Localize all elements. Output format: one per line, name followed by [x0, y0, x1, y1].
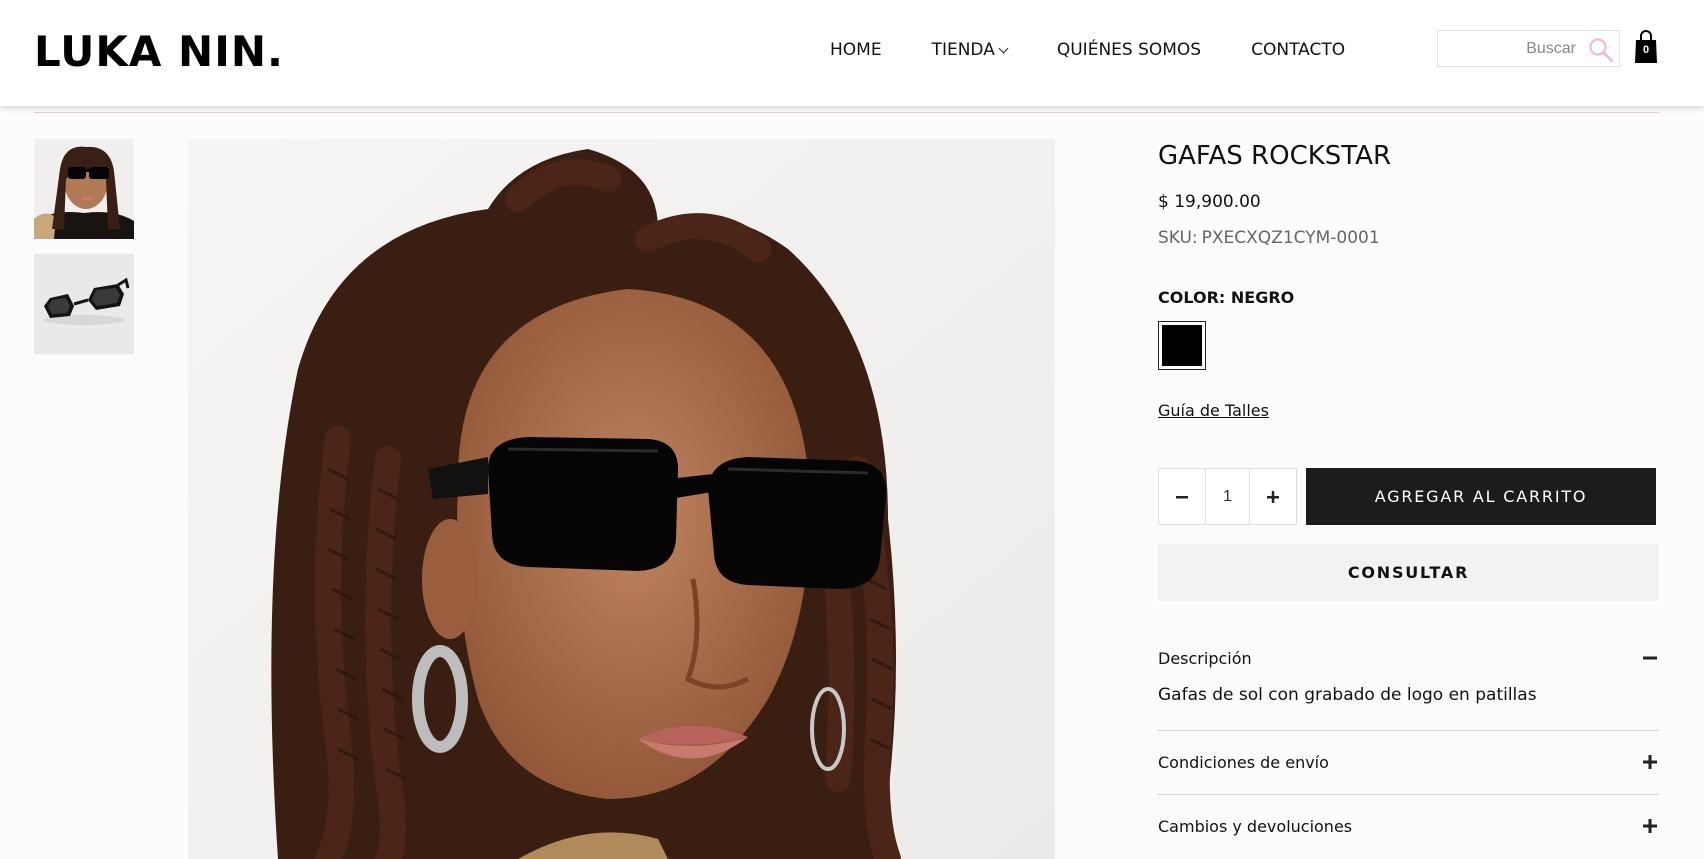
- logo[interactable]: LUKA NIN.: [34, 28, 284, 76]
- accordion-returns: Cambios y devoluciones: [1158, 815, 1659, 837]
- search-input[interactable]: [1444, 37, 1576, 61]
- color-label: COLOR: NEGRO: [1158, 288, 1659, 307]
- minus-icon: [1643, 656, 1657, 660]
- header-divider: [34, 112, 1659, 113]
- sunglasses-thumbnail-image: [34, 254, 134, 354]
- main-nav: HOME TIENDA QUIÉNES SOMOS CONTACTO: [830, 38, 1345, 62]
- product-sku: SKU: PXECXQZ1CYM-0001: [1158, 228, 1659, 248]
- plus-icon: [1267, 490, 1280, 503]
- search-icon[interactable]: [1588, 37, 1614, 63]
- nav-quienes-somos[interactable]: QUIÉNES SOMOS: [1057, 38, 1201, 62]
- add-to-cart-row: 1 AGREGAR AL CARRITO: [1158, 468, 1656, 525]
- accordion-shipping-title: Condiciones de envío: [1158, 752, 1329, 772]
- accordion-description: Descripción Gafas de sol con grabado de …: [1158, 647, 1659, 705]
- nav-tienda[interactable]: TIENDA: [931, 38, 1009, 62]
- accordion-description-title: Descripción: [1158, 648, 1252, 668]
- accordion-shipping: Condiciones de envío: [1158, 751, 1659, 773]
- nav-home[interactable]: HOME: [830, 38, 882, 62]
- cart-count: 0: [1642, 44, 1650, 56]
- color-swatch-negro[interactable]: [1158, 321, 1206, 370]
- consult-button[interactable]: CONSULTAR: [1158, 544, 1659, 601]
- add-to-cart-button[interactable]: AGREGAR AL CARRITO: [1306, 468, 1656, 525]
- swatch-fill: [1162, 325, 1202, 366]
- thumbnail-product[interactable]: [34, 254, 134, 354]
- color-label-text: COLOR:: [1158, 288, 1226, 307]
- nav-quienes-somos-label: QUIÉNES SOMOS: [1056, 40, 1202, 60]
- main-product-image[interactable]: [188, 139, 1055, 859]
- search-box: [1437, 30, 1620, 67]
- accordion-description-header[interactable]: Descripción: [1158, 647, 1659, 669]
- plus-icon: [1643, 755, 1657, 769]
- sku-label: SKU:: [1158, 228, 1198, 248]
- chevron-down-icon: [998, 43, 1009, 53]
- product-title: GAFAS ROCKSTAR: [1158, 141, 1392, 171]
- accordion-shipping-header[interactable]: Condiciones de envío: [1158, 751, 1659, 773]
- model-portrait-image: [188, 139, 1055, 859]
- cart-button[interactable]: 0: [1634, 28, 1658, 66]
- color-value: NEGRO: [1230, 288, 1295, 307]
- nav-home-label: HOME: [830, 40, 882, 60]
- accordion-divider: [1158, 794, 1659, 795]
- product-price: $ 19,900.00: [1158, 192, 1261, 212]
- decrease-quantity-button[interactable]: [1159, 469, 1205, 524]
- increase-quantity-button[interactable]: [1250, 469, 1296, 524]
- thumbnail-model[interactable]: [34, 139, 134, 239]
- accordion-returns-header[interactable]: Cambios y devoluciones: [1158, 815, 1659, 837]
- nav-tienda-label: TIENDA: [931, 40, 995, 60]
- nav-contacto-label: CONTACTO: [1251, 40, 1346, 60]
- model-thumbnail-image: [34, 139, 134, 239]
- size-guide-link[interactable]: Guía de Talles: [1158, 401, 1269, 420]
- nav-contacto[interactable]: CONTACTO: [1251, 38, 1345, 62]
- accordion-divider: [1158, 730, 1659, 731]
- plus-icon: [1643, 819, 1657, 833]
- accordion-returns-title: Cambios y devoluciones: [1158, 816, 1353, 836]
- minus-icon: [1175, 495, 1188, 498]
- site-header: LUKA NIN. HOME TIENDA QUIÉNES SOMOS CONT…: [0, 0, 1704, 106]
- product-info: GAFAS ROCKSTAR $ 19,900.00 SKU: PXECXQZ1C…: [1158, 139, 1659, 836]
- quantity-stepper: 1: [1158, 468, 1297, 525]
- sku-value: PXECXQZ1CYM-0001: [1201, 228, 1380, 248]
- accordion-description-body: Gafas de sol con grabado de logo en pati…: [1158, 685, 1537, 705]
- quantity-value[interactable]: 1: [1204, 469, 1251, 524]
